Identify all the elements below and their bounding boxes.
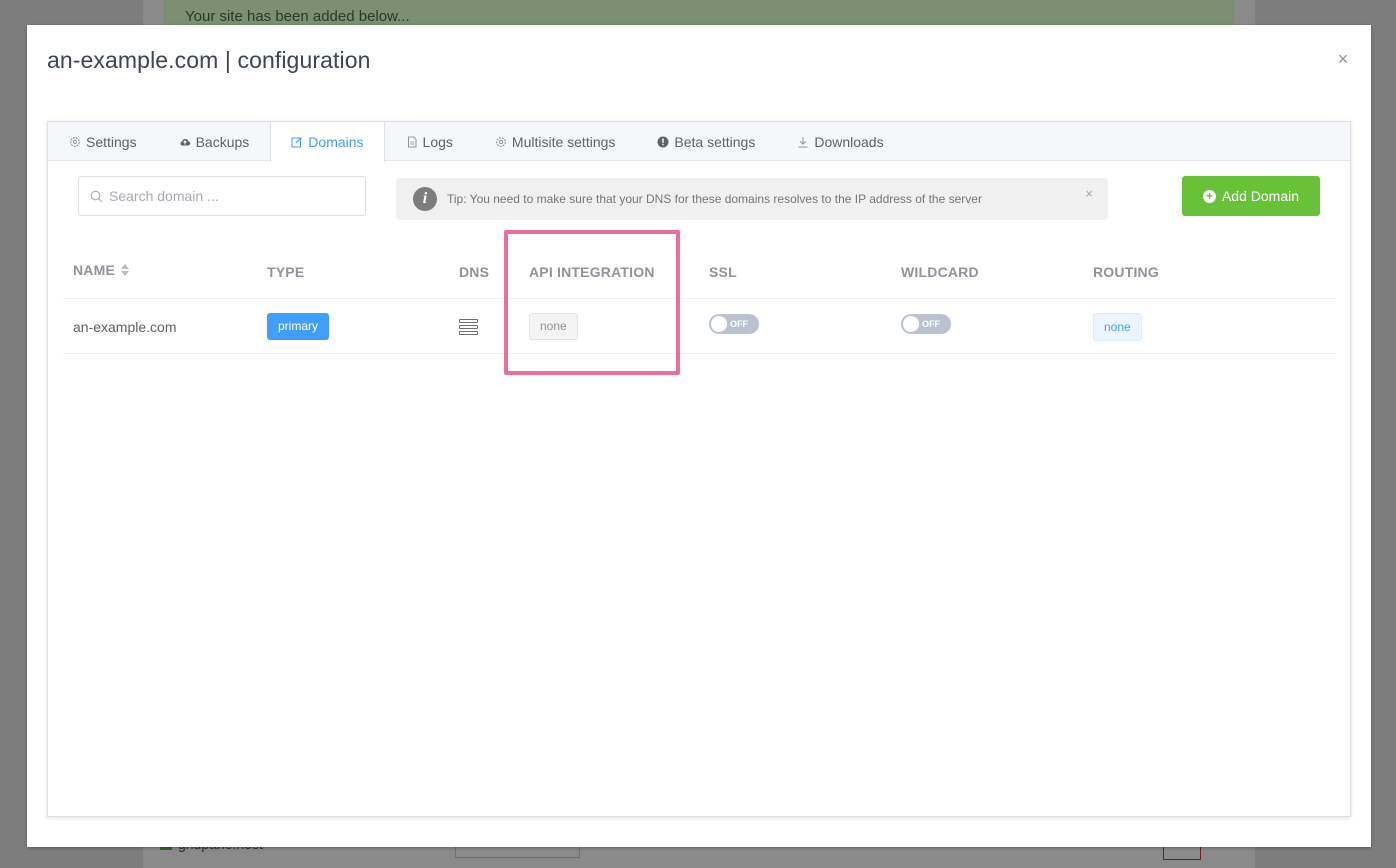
tab-logs[interactable]: Logs: [385, 122, 474, 161]
search-icon: [90, 190, 103, 203]
modal-title: an-example.com | configuration: [47, 47, 371, 73]
tab-label: Logs: [422, 133, 453, 150]
toggle-label: OFF: [922, 318, 940, 329]
tab-label: Downloads: [814, 133, 884, 150]
edit-icon: [291, 137, 303, 148]
tab-label: Beta settings: [674, 133, 756, 150]
tip-text: Tip: You need to make sure that your DNS…: [447, 192, 982, 206]
tab-label: Settings: [86, 133, 137, 150]
toggle-knob: [903, 315, 919, 332]
server-icon[interactable]: [459, 318, 478, 335]
column-header-ssl: SSL: [709, 264, 737, 280]
search-input[interactable]: [109, 188, 359, 204]
background-alert-text: Your site has been added below...: [185, 8, 410, 25]
tab-panel: Settings Backups Domains Logs Multisite …: [47, 121, 1351, 817]
column-header-api-integration: API INTEGRATION: [529, 264, 655, 280]
tab-label: Multisite settings: [511, 133, 616, 150]
plus-circle-icon: +: [1202, 189, 1216, 203]
table-row: an-example.com primary none OFF OFF none: [63, 299, 1335, 354]
add-domain-button[interactable]: + Add Domain: [1182, 176, 1320, 216]
tab-label: Backups: [195, 133, 250, 150]
ssl-toggle[interactable]: OFF: [709, 313, 759, 334]
configuration-modal: an-example.com | configuration × Setting…: [27, 25, 1371, 847]
gear-icon: [496, 136, 506, 147]
domains-table: NAME TYPE DNS API INTEGRATION SSL WILDCA…: [63, 242, 1335, 354]
toggle-label: OFF: [730, 318, 748, 329]
column-header-name[interactable]: NAME: [73, 262, 130, 278]
cloud-upload-icon: [180, 138, 190, 145]
background-success-alert: Your site has been added below...: [164, 0, 1234, 26]
search-domain-field[interactable]: [78, 176, 366, 216]
tab-domains[interactable]: Domains: [270, 122, 385, 162]
tab-backups[interactable]: Backups: [158, 122, 271, 161]
document-icon: [407, 136, 417, 147]
tab-label: Domains: [308, 134, 364, 150]
close-icon[interactable]: ×: [1085, 186, 1093, 201]
column-header-wildcard: WILDCARD: [901, 264, 979, 280]
column-header-dns: DNS: [459, 264, 490, 280]
sort-icon[interactable]: [121, 264, 130, 276]
dns-tip-alert: i Tip: You need to make sure that your D…: [396, 178, 1108, 220]
toggle-knob: [711, 315, 727, 332]
tab-multisite-settings[interactable]: Multisite settings: [474, 122, 636, 161]
tab-beta-settings[interactable]: Beta settings: [636, 122, 776, 161]
add-domain-label: Add Domain: [1221, 188, 1300, 204]
routing-badge[interactable]: none: [1093, 312, 1142, 341]
tab-bar: Settings Backups Domains Logs Multisite …: [48, 122, 1350, 162]
type-badge: primary: [267, 313, 330, 340]
api-integration-badge: none: [529, 313, 578, 340]
tab-downloads[interactable]: Downloads: [776, 122, 904, 161]
warning-circle-icon: [657, 136, 669, 147]
table-header: NAME TYPE DNS API INTEGRATION SSL WILDCA…: [63, 242, 1335, 299]
close-icon[interactable]: ×: [1333, 49, 1353, 69]
tab-settings[interactable]: Settings: [48, 122, 158, 161]
column-header-routing: ROUTING: [1093, 264, 1159, 280]
info-icon: i: [413, 187, 437, 211]
column-header-label: NAME: [73, 262, 116, 278]
download-icon: [798, 136, 808, 147]
column-header-type: TYPE: [267, 264, 305, 280]
wildcard-toggle[interactable]: OFF: [901, 313, 951, 334]
domain-name: an-example.com: [73, 318, 177, 335]
gear-icon: [70, 136, 80, 147]
